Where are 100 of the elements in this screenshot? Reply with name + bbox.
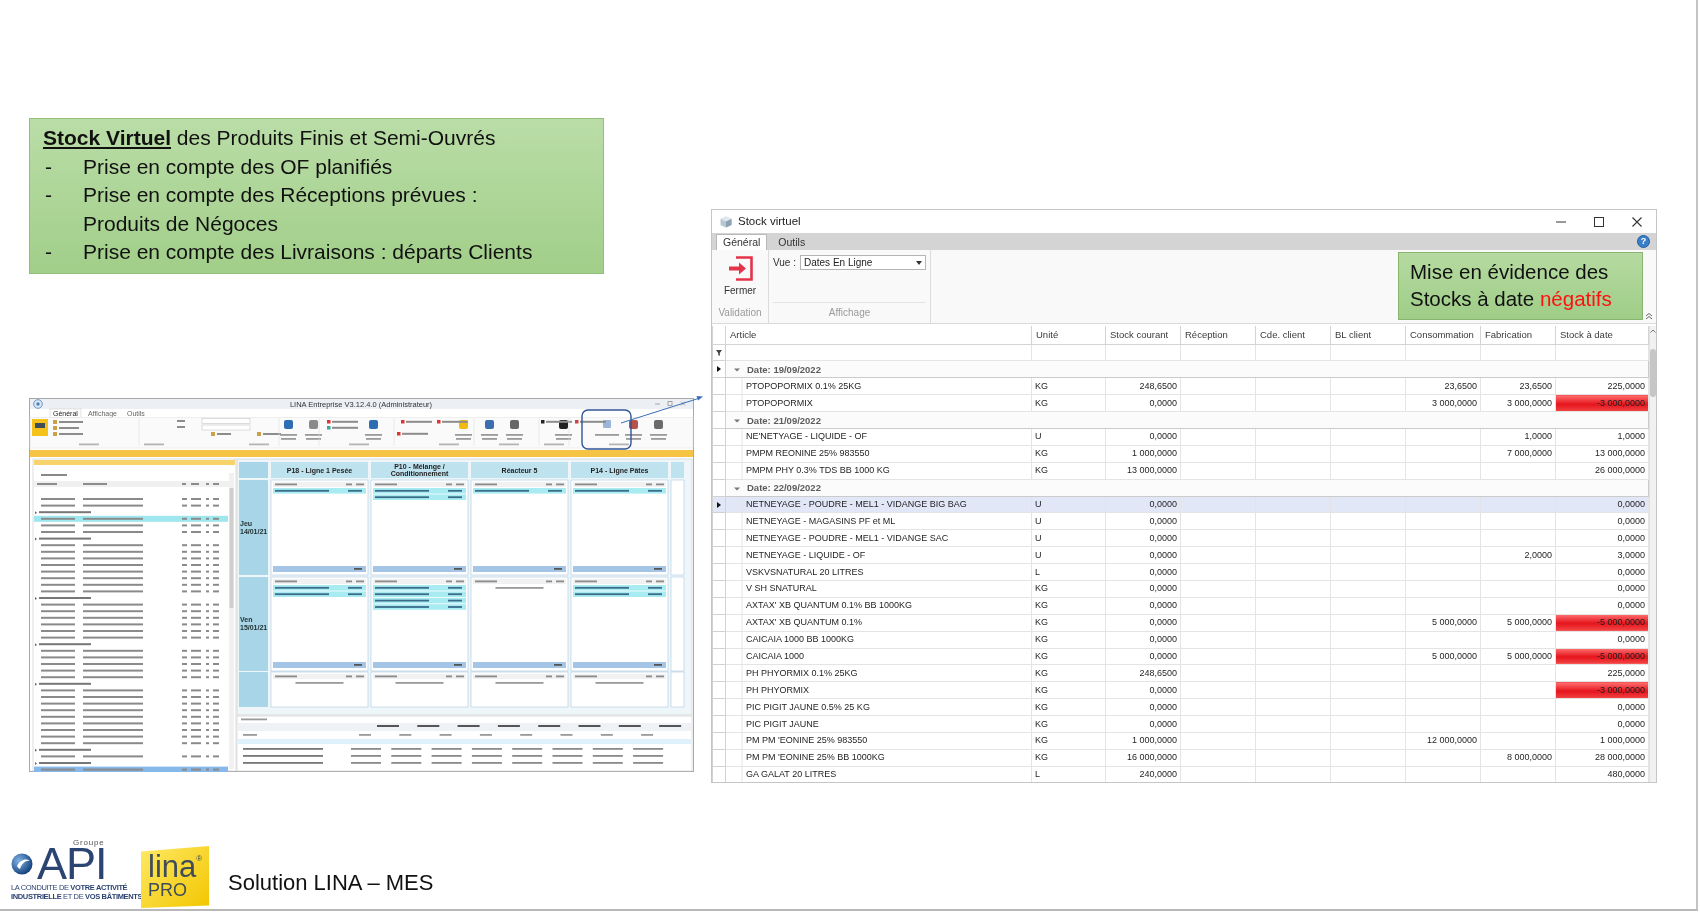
table-cell: PTOPOPORMIX 0.1% 25KG (725, 377, 1032, 395)
column-header[interactable]: Consommation (1405, 326, 1481, 344)
filter-field[interactable] (1031, 344, 1106, 361)
table-cell: 2,0000 (1480, 546, 1556, 564)
view-dropdown[interactable]: Dates En Ligne (800, 255, 926, 270)
logo-text: Groupe (73, 838, 106, 847)
column-header[interactable]: BL client (1330, 326, 1406, 344)
table-cell: 0,0000 (1555, 698, 1649, 716)
table-cell: 225,0000 (1555, 377, 1649, 395)
column-header[interactable]: Réception (1180, 326, 1256, 344)
table-cell: 0,0000 (1105, 648, 1181, 665)
column-header[interactable]: Stock à date (1555, 326, 1649, 344)
table-cell: NETNEYAGE - LIQUIDE - OF (725, 546, 1032, 564)
filter-field[interactable] (1255, 344, 1331, 361)
table-cell: 0,0000 (1555, 597, 1649, 615)
table-cell: 0,0000 (1105, 394, 1181, 412)
table-cell: 8 000,0000 (1480, 749, 1556, 767)
table-cell: U (1031, 529, 1106, 547)
footer-caption: Solution LINA – MES (228, 869, 434, 897)
table-cell: PMPM PHY 0.3% TDS BB 1000 KG (725, 462, 1032, 480)
group-label: Date: 21/09/2022 (747, 414, 821, 426)
column-header[interactable]: Stock courant (1105, 326, 1181, 344)
list-marker: - (44, 153, 53, 180)
table-cell: 248,6500 (1105, 377, 1181, 395)
table-cell: 7 000,0000 (1480, 445, 1556, 463)
table-cell: 1 000,0000 (1105, 732, 1181, 750)
filter-field[interactable] (1330, 344, 1406, 361)
table-cell: 0,0000 (1105, 698, 1181, 716)
table-cell: 1 000,0000 (1105, 445, 1181, 463)
table-cell: NETNEYAGE - POUDRE - MEL1 - VIDANGE SAC (725, 529, 1032, 547)
logo-wordmark: API (37, 847, 107, 881)
help-button[interactable]: ? (1637, 235, 1650, 248)
table-cell: KG (1031, 614, 1106, 632)
vertical-scrollbar[interactable] (1649, 326, 1656, 782)
sphere-logo-icon (11, 852, 33, 876)
table-cell: PM PM 'EONINE 25% 983550 (725, 732, 1032, 750)
scrollbar-thumb[interactable] (1650, 349, 1656, 397)
table-cell: PIC PIGIT JAUNE 0.5% 25 KG (725, 698, 1032, 716)
table-cell: 0,0000 (1105, 597, 1181, 615)
ribbon-tab[interactable]: Général (716, 234, 768, 250)
logo-subtitle: PRO (148, 881, 188, 899)
table-cell: 0,0000 (1555, 529, 1649, 547)
table-cell: KG (1031, 664, 1106, 682)
caret-icon (916, 260, 922, 265)
filter-field[interactable] (1555, 344, 1649, 361)
cube-icon (720, 215, 732, 228)
column-header[interactable]: Cde. client (1255, 326, 1331, 344)
table-cell: 12 000,0000 (1405, 732, 1481, 750)
caret-down-icon[interactable] (734, 485, 740, 492)
table-cell: 248,6500 (1105, 664, 1181, 682)
table-cell: 13 000,0000 (1555, 445, 1649, 463)
table-cell: 1,0000 (1480, 428, 1556, 446)
table-cell: 0,0000 (1105, 546, 1181, 564)
column-header[interactable]: Unité (1031, 326, 1106, 344)
caret-down-icon[interactable] (734, 418, 740, 424)
filter-field[interactable] (725, 344, 1032, 361)
close-view-button[interactable]: Fermer (716, 254, 764, 298)
table-cell: KG (1031, 445, 1106, 463)
table-cell: 23,6500 (1480, 377, 1556, 395)
table-cell: KG (1031, 631, 1106, 649)
table-cell: VSKVSNATURAL 20 LITRES (725, 563, 1032, 581)
filter-field[interactable] (1180, 344, 1256, 361)
table-cell: 225,0000 (1555, 664, 1649, 682)
table-cell: CAICAIA 1000 (725, 648, 1032, 665)
table-cell: 0,0000 (1105, 715, 1181, 733)
highlight-frame (581, 409, 632, 450)
table-cell: 0,0000 (1555, 563, 1649, 581)
filter-field[interactable] (1480, 344, 1556, 361)
column-header[interactable]: Fabrication (1480, 326, 1556, 344)
double-chevron-icon[interactable] (1645, 312, 1653, 320)
row-pointer-icon (717, 366, 721, 373)
table-cell: 0,0000 (1105, 681, 1181, 699)
logo-wordmark: lina$^{®}$ (148, 852, 204, 881)
table-cell: 0,0000 (1555, 715, 1649, 733)
caret-down-icon[interactable] (734, 367, 740, 374)
table-cell: 0,0000 (1105, 580, 1181, 598)
bullet-text: Prise en compte des OF planifiés (83, 153, 393, 180)
ribbon-tab[interactable]: Outils (771, 234, 813, 250)
table-cell: KG (1031, 648, 1106, 665)
table-cell: 23,6500 (1405, 377, 1481, 395)
bullet-text: Prise en compte des Réceptions prévues : Produits de Négoces (83, 182, 478, 237)
funnel-icon[interactable] (716, 349, 722, 356)
table-cell: 5 000,0000 (1405, 614, 1481, 632)
table-cell: KG (1031, 749, 1106, 767)
table-cell: 0,0000 (1105, 529, 1181, 547)
filter-field[interactable] (1105, 344, 1181, 361)
callout-text: Mise en évidence des Stocks à date négatifs (1410, 259, 1613, 312)
filter-field[interactable] (1405, 344, 1481, 361)
table-cell: 3,0000 (1555, 546, 1649, 564)
table-cell: 0,0000 (1555, 631, 1649, 649)
day-band (239, 462, 268, 478)
table-cell: 0,0000 (1105, 631, 1181, 649)
arrow-into-box-icon (726, 255, 754, 282)
table-cell: AXTAX' XB QUANTUM 0.1% (725, 614, 1032, 632)
group-label: Date: 22/09/2022 (747, 482, 821, 494)
column-header[interactable]: Article (725, 326, 1032, 344)
table-cell: 5 000,0000 (1480, 648, 1556, 665)
table-cell: 0,0000 (1105, 563, 1181, 581)
ring-logo-icon (33, 399, 43, 409)
chevron-up-icon[interactable] (1650, 329, 1656, 333)
